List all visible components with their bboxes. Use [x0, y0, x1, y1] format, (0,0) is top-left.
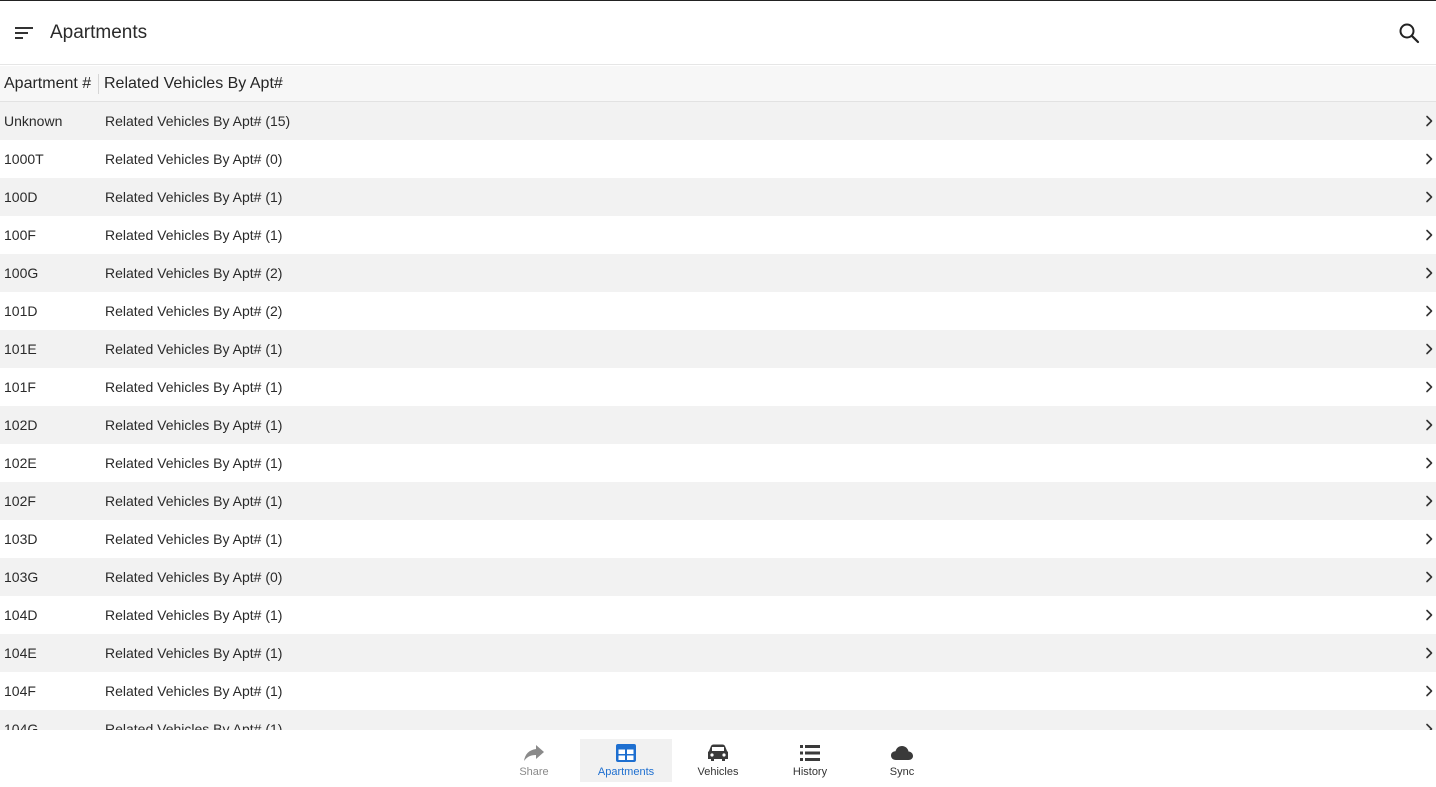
chevron-right-icon: [1426, 571, 1433, 583]
nav-item-history[interactable]: History: [764, 739, 856, 782]
column-header-apartment[interactable]: Apartment #: [4, 66, 91, 101]
chevron-right-icon: [1426, 305, 1433, 317]
apartment-number: 1000T: [4, 151, 44, 167]
search-icon: [1399, 23, 1420, 44]
page-title: Apartments: [50, 22, 148, 43]
apartment-number: 101D: [4, 303, 38, 319]
nav-label-history: History: [792, 766, 828, 778]
car-icon: [708, 744, 728, 761]
apartment-number: 104D: [4, 607, 38, 623]
apartment-number: 100D: [4, 189, 38, 205]
related-vehicles-link[interactable]: Related Vehicles By Apt# (1): [105, 368, 282, 406]
table-row[interactable]: 103G Related Vehicles By Apt# (0): [0, 558, 1436, 596]
bottom-navigation: Share Apartments Vehicles History Sync: [0, 730, 1436, 787]
nav-item-sync[interactable]: Sync: [856, 739, 948, 782]
table-row[interactable]: 104G Related Vehicles By Apt# (1): [0, 710, 1436, 730]
table-row[interactable]: 100F Related Vehicles By Apt# (1): [0, 216, 1436, 254]
related-vehicles-link[interactable]: Related Vehicles By Apt# (0): [105, 558, 282, 596]
column-header-related-vehicles[interactable]: Related Vehicles By Apt#: [104, 66, 283, 101]
related-vehicles-link[interactable]: Related Vehicles By Apt# (1): [105, 406, 282, 444]
chevron-right-icon: [1426, 495, 1433, 507]
apartment-number: 104G: [4, 721, 39, 730]
apartment-number: 102D: [4, 417, 38, 433]
chevron-right-icon: [1426, 609, 1433, 621]
related-vehicles-link[interactable]: Related Vehicles By Apt# (1): [105, 444, 282, 482]
chevron-right-icon: [1426, 723, 1433, 730]
related-vehicles-link[interactable]: Related Vehicles By Apt# (1): [105, 634, 282, 672]
menu-button[interactable]: [8, 17, 40, 49]
app-bar: Apartments: [0, 1, 1436, 65]
nav-label-apartments: Apartments: [597, 766, 655, 778]
chevron-right-icon: [1426, 457, 1433, 469]
search-button[interactable]: [1393, 17, 1425, 49]
apartment-number: Unknown: [4, 113, 63, 129]
table-row[interactable]: 102D Related Vehicles By Apt# (1): [0, 406, 1436, 444]
apartment-number: 102F: [4, 493, 36, 509]
cloud-icon: [891, 746, 913, 760]
related-vehicles-link[interactable]: Related Vehicles By Apt# (1): [105, 520, 282, 558]
nav-label-vehicles: Vehicles: [697, 766, 739, 778]
apartment-number: 100G: [4, 265, 39, 281]
related-vehicles-link[interactable]: Related Vehicles By Apt# (0): [105, 140, 282, 178]
table-header: Apartment # Related Vehicles By Apt#: [0, 66, 1436, 102]
related-vehicles-link[interactable]: Related Vehicles By Apt# (1): [105, 216, 282, 254]
related-vehicles-link[interactable]: Related Vehicles By Apt# (1): [105, 330, 282, 368]
list-icon: [800, 745, 820, 761]
table-row[interactable]: 102F Related Vehicles By Apt# (1): [0, 482, 1436, 520]
related-vehicles-link[interactable]: Related Vehicles By Apt# (2): [105, 292, 282, 330]
table-row[interactable]: 103D Related Vehicles By Apt# (1): [0, 520, 1436, 558]
apartment-number: 104E: [4, 645, 37, 661]
nav-item-share[interactable]: Share: [488, 739, 580, 782]
related-vehicles-link[interactable]: Related Vehicles By Apt# (1): [105, 482, 282, 520]
chevron-right-icon: [1426, 229, 1433, 241]
table-row[interactable]: Unknown Related Vehicles By Apt# (15): [0, 102, 1436, 140]
apartment-number: 100F: [4, 227, 36, 243]
apartment-number: 103G: [4, 569, 39, 585]
chevron-right-icon: [1426, 191, 1433, 203]
apartment-number: 103D: [4, 531, 38, 547]
chevron-right-icon: [1426, 115, 1433, 127]
chevron-right-icon: [1426, 533, 1433, 545]
related-vehicles-link[interactable]: Related Vehicles By Apt# (15): [105, 102, 290, 140]
chevron-right-icon: [1426, 381, 1433, 393]
chevron-right-icon: [1426, 685, 1433, 697]
related-vehicles-link[interactable]: Related Vehicles By Apt# (1): [105, 710, 282, 730]
related-vehicles-link[interactable]: Related Vehicles By Apt# (2): [105, 254, 282, 292]
share-icon: [524, 745, 544, 761]
related-vehicles-link[interactable]: Related Vehicles By Apt# (1): [105, 178, 282, 216]
table-row[interactable]: 101F Related Vehicles By Apt# (1): [0, 368, 1436, 406]
table-grid-icon: [616, 744, 636, 762]
related-vehicles-link[interactable]: Related Vehicles By Apt# (1): [105, 596, 282, 634]
apartment-number: 101F: [4, 379, 36, 395]
table-row[interactable]: 102E Related Vehicles By Apt# (1): [0, 444, 1436, 482]
apartment-number: 101E: [4, 341, 37, 357]
nav-label-share: Share: [519, 766, 549, 778]
chevron-right-icon: [1426, 267, 1433, 279]
table-row[interactable]: 101D Related Vehicles By Apt# (2): [0, 292, 1436, 330]
apartments-list[interactable]: Unknown Related Vehicles By Apt# (15) 1000…: [0, 102, 1436, 730]
table-row[interactable]: 104F Related Vehicles By Apt# (1): [0, 672, 1436, 710]
chevron-right-icon: [1426, 153, 1433, 165]
table-row[interactable]: 100G Related Vehicles By Apt# (2): [0, 254, 1436, 292]
related-vehicles-link[interactable]: Related Vehicles By Apt# (1): [105, 672, 282, 710]
apartment-number: 102E: [4, 455, 37, 471]
chevron-right-icon: [1426, 419, 1433, 431]
chevron-right-icon: [1426, 343, 1433, 355]
nav-item-apartments[interactable]: Apartments: [580, 739, 672, 782]
table-row[interactable]: 100D Related Vehicles By Apt# (1): [0, 178, 1436, 216]
table-row[interactable]: 1000T Related Vehicles By Apt# (0): [0, 140, 1436, 178]
nav-label-sync: Sync: [889, 766, 915, 778]
app-window: Apartments Apartment # Related Vehicles …: [0, 0, 1436, 787]
nav-item-vehicles[interactable]: Vehicles: [672, 739, 764, 782]
chevron-right-icon: [1426, 647, 1433, 659]
column-divider: [98, 74, 99, 94]
table-row[interactable]: 104D Related Vehicles By Apt# (1): [0, 596, 1436, 634]
apartment-number: 104F: [4, 683, 36, 699]
table-row[interactable]: 101E Related Vehicles By Apt# (1): [0, 330, 1436, 368]
table-row[interactable]: 104E Related Vehicles By Apt# (1): [0, 634, 1436, 672]
sort-menu-icon: [15, 27, 33, 39]
